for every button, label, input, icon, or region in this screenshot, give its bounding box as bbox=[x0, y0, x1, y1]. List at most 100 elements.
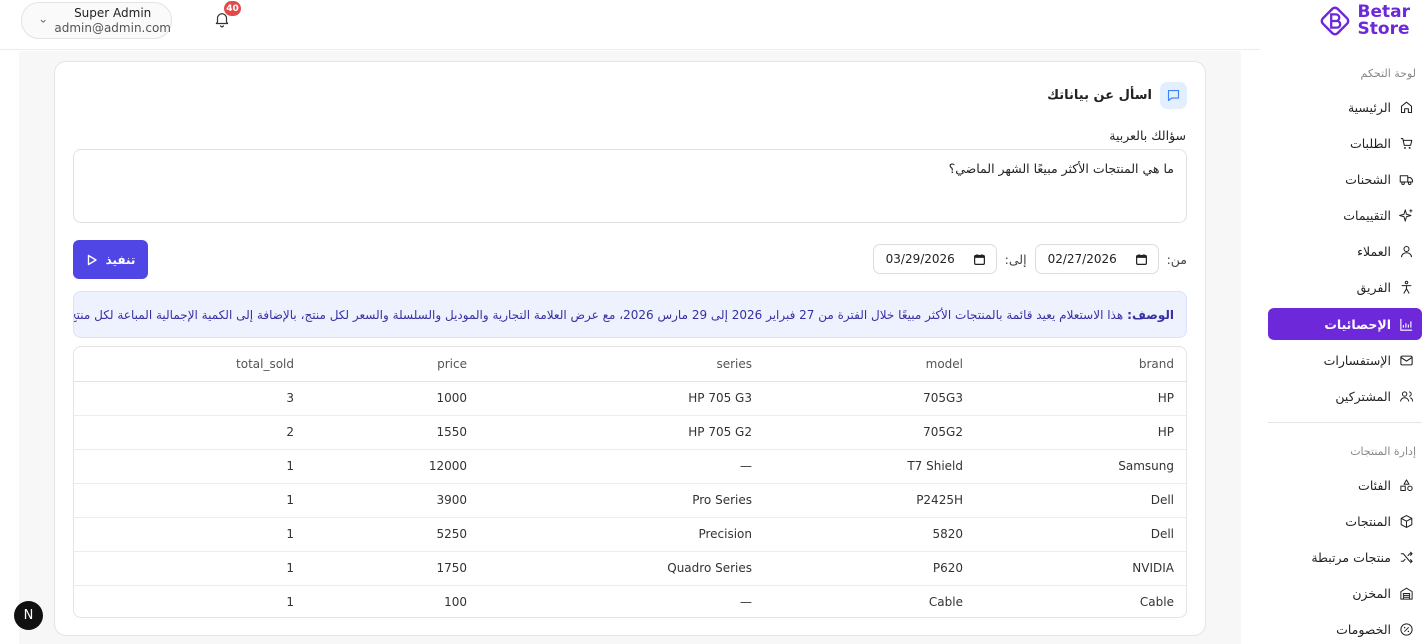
sidebar-item-discounts[interactable]: الخصومات bbox=[1268, 613, 1422, 644]
table-cell-total_sold: 1 bbox=[286, 595, 294, 610]
run-label: تنفيذ bbox=[105, 252, 136, 267]
column-header-series[interactable]: series bbox=[479, 347, 764, 382]
table-cell-total_sold: 1 bbox=[74, 449, 306, 484]
mail-icon bbox=[1400, 355, 1413, 365]
results-table: brand model series price total_sold HP 70… bbox=[73, 346, 1187, 618]
sidebar-item-products[interactable]: المنتجات bbox=[1268, 505, 1422, 537]
to-date-input[interactable]: 03/29/2026 bbox=[872, 244, 997, 274]
table-row: Dell 5820 Precision 5250 1 bbox=[74, 517, 1186, 552]
sidebar-item-subscribers[interactable]: المشتركين bbox=[1268, 380, 1422, 412]
sidebar-item-label: العملاء bbox=[1357, 243, 1391, 259]
sidebar-item-inquiries[interactable]: الإستفسارات bbox=[1268, 344, 1422, 376]
table-cell-model: P620 bbox=[764, 551, 975, 586]
sidebar-item-label: التقييمات bbox=[1343, 207, 1391, 223]
query-description: الوصف: هذا الاستعلام يعيد قائمة بالمنتجا… bbox=[73, 291, 1187, 338]
question-textarea[interactable]: ما هي المنتجات الأكثر مبيعًا الشهر الماض… bbox=[73, 149, 1187, 223]
shuffle-icon bbox=[1400, 551, 1413, 563]
discount-icon bbox=[1400, 622, 1413, 636]
table-row: NVIDIA P620 Quadro Series 1750 1 bbox=[74, 551, 1186, 586]
table-row: Cable Cable — 100 1 bbox=[74, 585, 1186, 617]
table-cell-brand: HP bbox=[975, 415, 1186, 450]
table-row: HP 705G3 HP 705 G3 1000 3 bbox=[74, 381, 1186, 416]
table-cell-model: Cable bbox=[928, 595, 963, 610]
chart-icon bbox=[1400, 318, 1413, 331]
sidebar-item-shipments[interactable]: الشحنات bbox=[1268, 163, 1422, 195]
brand-name-line2: Store bbox=[1357, 19, 1410, 39]
message-square-icon bbox=[1167, 89, 1180, 102]
column-header-brand[interactable]: brand bbox=[975, 347, 1186, 382]
table-cell-model: 705G3 bbox=[764, 381, 975, 416]
from-date-input[interactable]: 02/27/2026 bbox=[1034, 244, 1159, 274]
sidebar-item-customers[interactable]: العملاء bbox=[1268, 235, 1422, 267]
column-header-price[interactable]: price bbox=[306, 347, 479, 382]
sidebar-item-categories[interactable]: الفئات bbox=[1268, 469, 1422, 501]
table-cell-model: T7 Shield bbox=[764, 449, 975, 484]
table-cell-series: — bbox=[740, 595, 752, 610]
table-cell-price: 100 bbox=[444, 595, 467, 610]
description-label: الوصف: bbox=[1127, 307, 1174, 322]
sidebar-item-label: الشحنات bbox=[1345, 171, 1391, 187]
table-cell-series: Quadro Series bbox=[479, 551, 764, 586]
sidebar-item-team[interactable]: الفريق bbox=[1268, 271, 1422, 303]
table-cell-price: 5250 bbox=[306, 517, 479, 552]
column-header-total-sold[interactable]: total_sold bbox=[74, 347, 306, 382]
table-cell-price: 3900 bbox=[306, 483, 479, 518]
dev-indicator-button[interactable]: N bbox=[14, 601, 43, 630]
sidebar-item-related-products[interactable]: منتجات مرتبطة bbox=[1268, 541, 1422, 573]
table-cell-price: 1750 bbox=[306, 551, 479, 586]
sidebar-divider bbox=[1268, 422, 1422, 423]
sidebar-item-home[interactable]: الرئيسية bbox=[1268, 91, 1422, 123]
brand-logo[interactable]: Betar Store bbox=[1316, 2, 1410, 40]
table-cell-brand: Dell bbox=[975, 483, 1186, 518]
sidebar: Betar Store لوحة التحكم الرئيسية الطلبات… bbox=[1260, 0, 1428, 644]
sidebar-item-label: منتجات مرتبطة bbox=[1311, 549, 1391, 565]
column-header-model[interactable]: model bbox=[764, 347, 975, 382]
to-label: إلى: bbox=[1004, 251, 1027, 267]
sidebar-item-label: المنتجات bbox=[1345, 513, 1391, 529]
table-cell-model: 705G2 bbox=[764, 415, 975, 450]
sidebar-item-label: المشتركين bbox=[1335, 388, 1391, 404]
table-cell-brand: Cable bbox=[1139, 595, 1174, 610]
user-info: Super Admin admin@admin.com bbox=[54, 6, 171, 36]
table-cell-total_sold: 3 bbox=[74, 381, 306, 416]
table-row: Dell P2425H Pro Series 3900 1 bbox=[74, 483, 1186, 518]
card-title: اسأل عن بياناتك bbox=[1047, 88, 1152, 103]
table-cell-total_sold: 1 bbox=[74, 517, 306, 552]
description-text: هذا الاستعلام يعيد قائمة بالمنتجات الأكث… bbox=[73, 307, 1124, 322]
user-menu[interactable]: Super Admin admin@admin.com bbox=[21, 2, 172, 39]
sidebar-item-label: الفريق bbox=[1356, 279, 1391, 295]
sidebar-item-label: الإستفسارات bbox=[1323, 352, 1391, 368]
to-date-value: 03/29/2026 bbox=[885, 252, 955, 266]
table-cell-total_sold: 1 bbox=[74, 483, 306, 518]
sidebar-item-orders[interactable]: الطلبات bbox=[1268, 127, 1422, 159]
from-label: من: bbox=[1166, 251, 1187, 267]
table-cell-series: Pro Series bbox=[479, 483, 764, 518]
date-range: من: 02/27/2026 إلى: 03/29/2026 bbox=[872, 244, 1187, 274]
sidebar-item-statistics[interactable]: الإحصائيات bbox=[1268, 308, 1422, 340]
table-cell-brand: HP bbox=[975, 381, 1186, 416]
table-cell-model: P2425H bbox=[764, 483, 975, 518]
notification-count-badge: 40 bbox=[224, 1, 241, 16]
table-cell-total_sold: 1 bbox=[74, 551, 306, 586]
chevron-down-icon bbox=[40, 19, 46, 23]
sidebar-item-label: الطلبات bbox=[1349, 135, 1391, 151]
run-query-button[interactable]: تنفيذ bbox=[73, 240, 148, 279]
cart-icon bbox=[1400, 137, 1413, 149]
user-email: admin@admin.com bbox=[54, 20, 171, 35]
sidebar-item-label: الفئات bbox=[1358, 477, 1391, 493]
brand-name: Betar Store bbox=[1358, 4, 1410, 38]
package-icon bbox=[1400, 514, 1413, 528]
sidebar-item-warehouse[interactable]: المخزن bbox=[1268, 577, 1422, 609]
chat-icon-box bbox=[1160, 82, 1187, 109]
truck-icon bbox=[1399, 174, 1413, 185]
table-cell-brand: NVIDIA bbox=[975, 551, 1186, 586]
card-header: اسأل عن بياناتك bbox=[1047, 82, 1187, 109]
sidebar-item-reviews[interactable]: التقييمات bbox=[1268, 199, 1422, 231]
table-cell-model: 5820 bbox=[764, 517, 975, 552]
table-header-row: brand model series price total_sold bbox=[74, 347, 1186, 382]
table-cell-price: 1550 bbox=[306, 415, 479, 450]
table-cell-brand: Samsung bbox=[975, 449, 1186, 484]
table-cell-price: 1000 bbox=[306, 381, 479, 416]
logo-icon bbox=[1320, 6, 1349, 36]
table-cell-brand: Dell bbox=[975, 517, 1186, 552]
